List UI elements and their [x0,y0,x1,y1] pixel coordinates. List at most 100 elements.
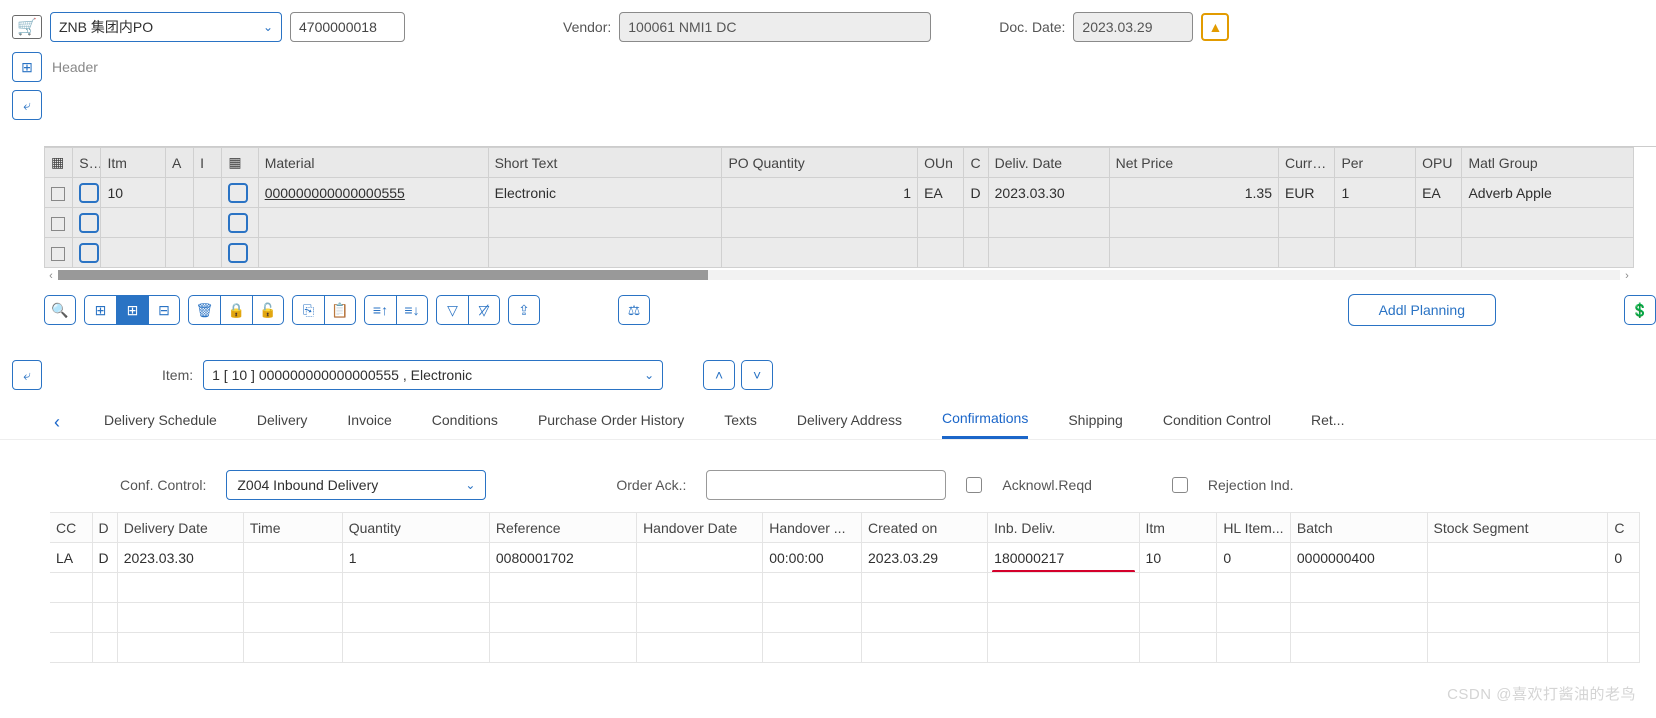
col-poqty[interactable]: PO Quantity [722,148,918,178]
cell-time[interactable] [243,543,342,573]
col-opu[interactable]: OPU [1416,148,1462,178]
item-dropdown[interactable]: 1 [ 10 ] 000000000000000555 , Electronic… [203,360,663,390]
col-s[interactable]: S... [73,148,101,178]
detail-row[interactable] [50,633,1640,663]
rejection-ind-checkbox[interactable] [1172,477,1188,493]
expand-col-icon[interactable]: ▦ [222,148,258,178]
cell-sseg[interactable] [1427,543,1608,573]
expand-header-button[interactable]: ⊞ [12,52,42,82]
row-select-checkbox[interactable] [51,247,65,261]
tab-invoice[interactable]: Invoice [347,408,391,438]
col-qty[interactable]: Quantity [342,513,489,543]
tab-scroll-left[interactable]: ‹ [50,412,64,433]
filter-off-button[interactable]: ▽̸ [468,295,500,325]
col-i[interactable]: I [194,148,222,178]
col-oun[interactable]: OUn [918,148,964,178]
cell-inb-deliv[interactable]: 180000217 [988,543,1139,573]
filter-button[interactable]: ▽ [436,295,468,325]
tab-confirmations[interactable]: Confirmations [942,406,1028,439]
sort-asc-button[interactable]: ≡↑ [364,295,396,325]
detail-row[interactable]: LA D 2023.03.30 1 0080001702 00:00:00 20… [50,543,1640,573]
select-all-button[interactable]: ⊞ [116,295,148,325]
row-select-checkbox[interactable] [51,217,65,231]
cell-netprice[interactable]: 1.35 [1109,178,1278,208]
cell-batch[interactable]: 0000000400 [1290,543,1427,573]
col-batch[interactable]: Batch [1290,513,1427,543]
cell-ref[interactable]: 0080001702 [489,543,636,573]
acknowl-reqd-checkbox[interactable] [966,477,982,493]
col-a[interactable]: A [165,148,193,178]
col-c[interactable]: C [964,148,988,178]
tab-more[interactable]: Ret... [1311,408,1344,438]
cell-oun[interactable]: EA [918,178,964,208]
paste-button[interactable]: 📋 [324,295,356,325]
cell-matlgroup[interactable]: Adverb Apple [1462,178,1634,208]
col-c[interactable]: C [1608,513,1640,543]
cell-created[interactable]: 2023.03.29 [862,543,988,573]
po-type-select[interactable]: ZNB 集团内PO ⌄ [50,12,282,42]
tab-texts[interactable]: Texts [724,408,757,438]
col-d[interactable]: D [92,513,117,543]
tab-condition-control[interactable]: Condition Control [1163,408,1271,438]
col-matlgroup[interactable]: Matl Group [1462,148,1634,178]
col-itm[interactable]: Itm [1139,513,1217,543]
currency-button[interactable]: 💲 [1624,295,1656,325]
status-box[interactable] [79,183,99,203]
tab-po-history[interactable]: Purchase Order History [538,408,684,438]
grid-row[interactable] [45,208,1634,238]
tab-delivery-schedule[interactable]: Delivery Schedule [104,408,217,438]
detail-view-button[interactable]: 🔍 [44,295,76,325]
col-netprice[interactable]: Net Price [1109,148,1278,178]
cell-per[interactable]: 1 [1335,178,1416,208]
item-detail-box[interactable] [228,243,248,263]
detail-row[interactable] [50,603,1640,633]
col-material[interactable]: Material [258,148,488,178]
cell-curr[interactable]: EUR [1278,178,1334,208]
tab-delivery[interactable]: Delivery [257,408,308,438]
cell-shorttext[interactable]: Electronic [488,178,722,208]
conf-control-select[interactable]: Z004 Inbound Delivery ⌄ [226,470,486,500]
horizontal-scrollbar[interactable]: ‹ › [44,270,1634,284]
cell-material[interactable]: 000000000000000555 [265,185,405,201]
col-inb-deliv[interactable]: Inb. Deliv. [988,513,1139,543]
addl-planning-button[interactable]: Addl Planning [1348,294,1496,326]
row-select-checkbox[interactable] [51,187,65,201]
scroll-right-icon[interactable]: › [1620,270,1634,284]
status-box[interactable] [79,213,99,233]
scroll-thumb[interactable] [58,270,708,280]
item-detail-box[interactable] [228,183,248,203]
cell-c[interactable]: 0 [1608,543,1640,573]
copy-button[interactable]: ⎘ [292,295,324,325]
sort-desc-button[interactable]: ≡↓ [396,295,428,325]
cell-c[interactable]: D [964,178,988,208]
delete-button[interactable]: 🗑 [188,295,220,325]
col-delivdate[interactable]: Deliv. Date [988,148,1109,178]
lock-button[interactable]: 🔒 [220,295,252,325]
cell-qty[interactable]: 1 [342,543,489,573]
collapse-header-button[interactable]: ⤶ [12,90,42,120]
cell-delivdate[interactable]: 2023.03.30 [117,543,243,573]
deselect-button[interactable]: ⊟ [148,295,180,325]
collapse-item-button[interactable]: ⤶ [12,360,42,390]
cell-delivdate[interactable]: 2023.03.30 [988,178,1109,208]
select-button[interactable]: ⊞ [84,295,116,325]
col-itm[interactable]: Itm [101,148,166,178]
export-button[interactable]: ⇪ [508,295,540,325]
cell-handover-date[interactable] [637,543,763,573]
col-handover-time[interactable]: Handover ... [763,513,862,543]
scroll-left-icon[interactable]: ‹ [44,270,58,284]
tab-shipping[interactable]: Shipping [1068,408,1123,438]
cell-d[interactable]: D [92,543,117,573]
cell-hl[interactable]: 0 [1217,543,1291,573]
cell-itm[interactable]: 10 [1139,543,1217,573]
item-down-button[interactable]: ˅ [741,360,773,390]
balance-icon[interactable]: ⚖ [618,295,650,325]
grid-row[interactable]: 10 000000000000000555 Electronic 1 EA D … [45,178,1634,208]
tab-conditions[interactable]: Conditions [432,408,498,438]
item-up-button[interactable]: ˄ [703,360,735,390]
po-number-input[interactable]: 4700000018 [290,12,405,42]
tab-delivery-address[interactable]: Delivery Address [797,408,902,438]
col-stock-segment[interactable]: Stock Segment [1427,513,1608,543]
col-hl-item[interactable]: HL Item... [1217,513,1291,543]
col-created[interactable]: Created on [862,513,988,543]
